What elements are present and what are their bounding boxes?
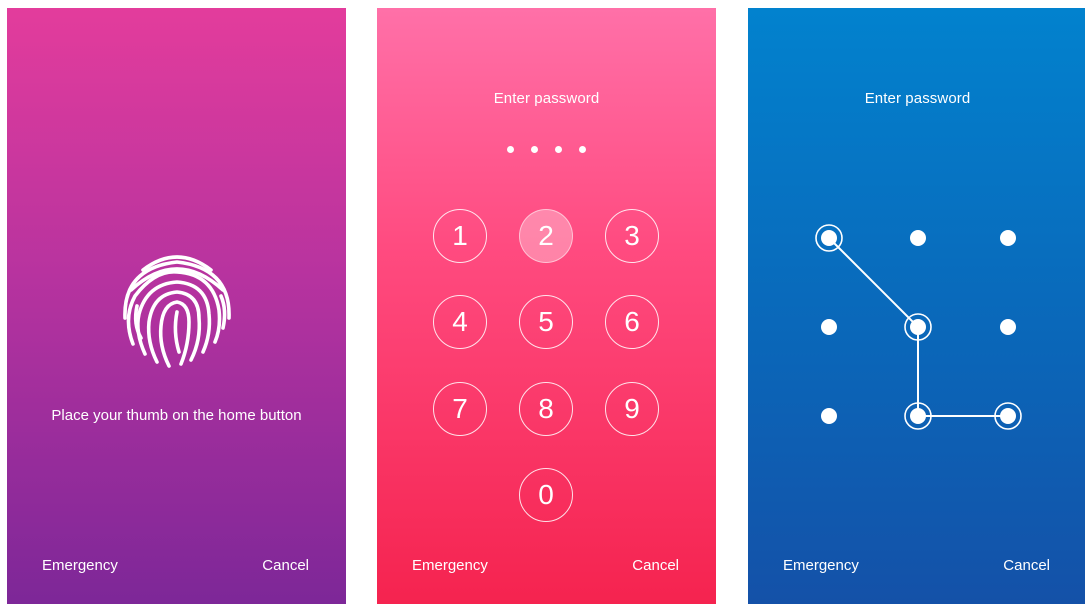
keypad-key-0[interactable]: 0 (519, 468, 573, 522)
keypad-key-4[interactable]: 4 (433, 295, 487, 349)
pattern-grid[interactable] (748, 8, 1085, 604)
keypad-key-9[interactable]: 9 (605, 382, 659, 436)
pattern-node-6[interactable] (1000, 319, 1016, 335)
keypad-key-2[interactable]: 2 (519, 209, 573, 263)
pin-dot (531, 146, 538, 153)
pattern-node-3[interactable] (1000, 230, 1016, 246)
keypad-key-5[interactable]: 5 (519, 295, 573, 349)
keypad-key-6[interactable]: 6 (605, 295, 659, 349)
pin-lock-screen: Enter password 123 456 7890 Emergency Canc… (377, 8, 716, 604)
fingerprint-icon[interactable] (115, 248, 239, 372)
keypad-key-3[interactable]: 3 (605, 209, 659, 263)
cancel-button[interactable]: Cancel (1003, 557, 1050, 574)
pattern-lock-screen: Enter password Emergency Cancel (748, 8, 1085, 604)
pattern-node-2[interactable] (910, 230, 926, 246)
pin-dots-indicator (377, 146, 716, 153)
pin-dot (507, 146, 514, 153)
pattern-node-9[interactable] (1000, 408, 1016, 424)
emergency-button[interactable]: Emergency (42, 557, 118, 574)
pin-title: Enter password (493, 90, 600, 107)
cancel-button[interactable]: Cancel (262, 557, 309, 574)
pattern-node-1[interactable] (821, 230, 837, 246)
keypad-key-1[interactable]: 1 (433, 209, 487, 263)
cancel-button[interactable]: Cancel (632, 557, 679, 574)
pattern-node-7[interactable] (821, 408, 837, 424)
pattern-node-5[interactable] (910, 319, 926, 335)
lock-screen-showcase: Place your thumb on the home button Emer… (0, 0, 1085, 604)
fingerprint-instruction: Place your thumb on the home button (51, 407, 302, 424)
emergency-button[interactable]: Emergency (412, 557, 488, 574)
emergency-button[interactable]: Emergency (783, 557, 859, 574)
pattern-node-4[interactable] (821, 319, 837, 335)
pattern-node-8[interactable] (910, 408, 926, 424)
keypad-key-8[interactable]: 8 (519, 382, 573, 436)
pin-dot (579, 146, 586, 153)
pin-dot (555, 146, 562, 153)
fingerprint-lock-screen: Place your thumb on the home button Emer… (7, 8, 346, 604)
keypad-key-7[interactable]: 7 (433, 382, 487, 436)
